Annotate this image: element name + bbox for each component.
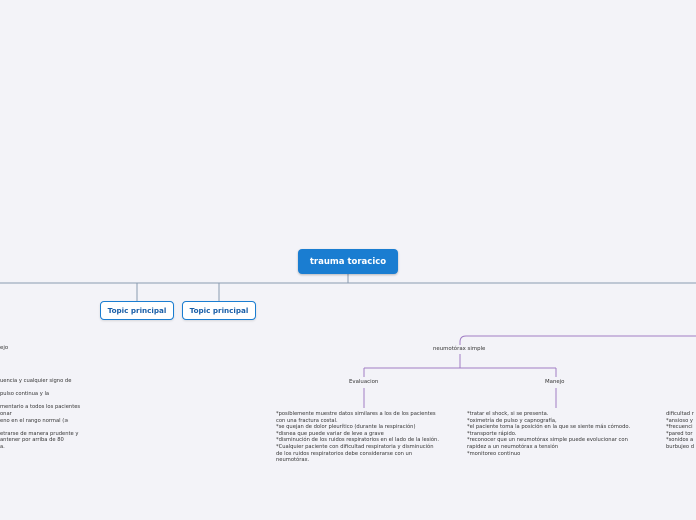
topic-label-2: Topic principal xyxy=(189,306,249,315)
topic-principal-node-2[interactable]: Topic principal xyxy=(182,301,256,320)
left-partial-label[interactable]: ejo xyxy=(0,345,8,351)
connector-branch-top xyxy=(459,335,696,345)
manejo-node[interactable]: Manejo xyxy=(545,379,564,385)
manejo-note: *tratar el shock, si se presenta. *oxime… xyxy=(467,411,631,457)
neumotorax-simple-node[interactable]: neumotórax simple xyxy=(433,346,485,352)
topic-principal-node-1[interactable]: Topic principal xyxy=(100,301,174,320)
evaluacion-node[interactable]: Evaluacion xyxy=(349,379,378,385)
main-topic-label: trauma toracico xyxy=(309,256,387,267)
left-partial-note: uencia y cualquier signo de pulso contin… xyxy=(0,378,81,450)
evaluacion-note: *posiblemente muestre datos similares a … xyxy=(276,411,439,464)
topic-label-1: Topic principal xyxy=(107,306,167,315)
main-topic-node[interactable]: trauma toracico xyxy=(298,249,398,274)
right-partial-note: dificultad r *ansioso y *frecuenci *pare… xyxy=(666,411,695,450)
